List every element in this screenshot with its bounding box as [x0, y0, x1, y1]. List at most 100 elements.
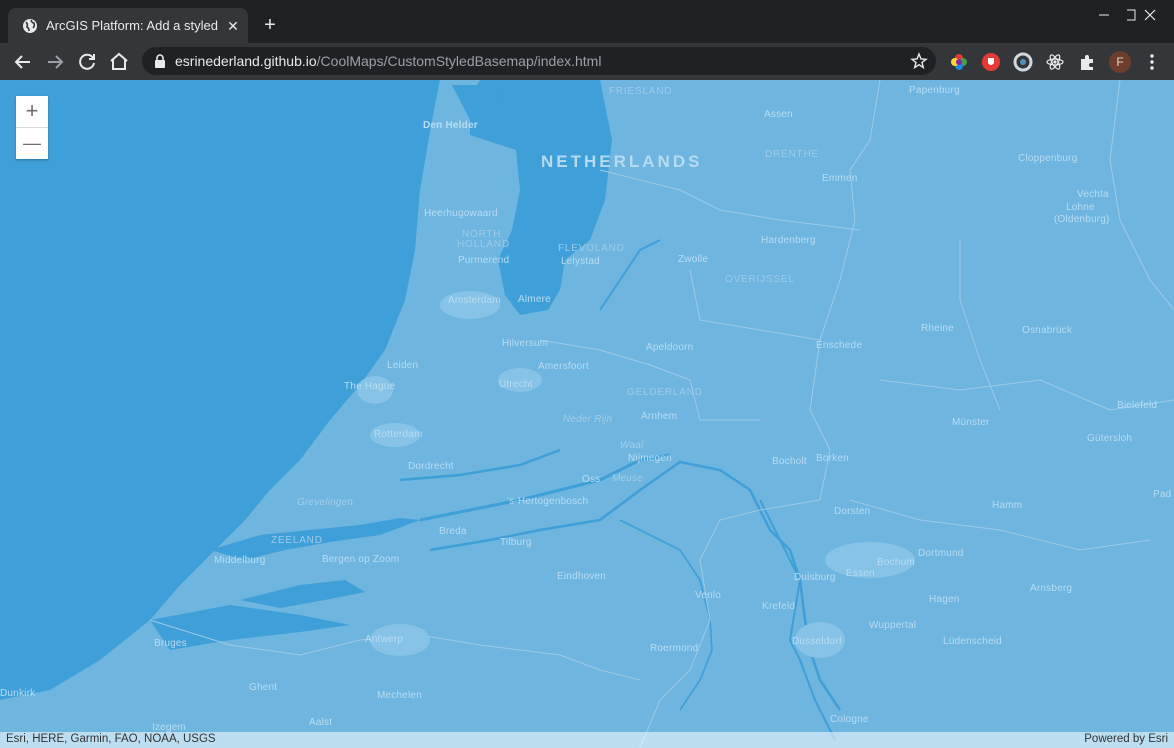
color-wheel-extension-icon[interactable]	[949, 52, 969, 72]
map-label-hagen: Hagen	[929, 594, 960, 605]
address-bar[interactable]: esrinederland.github.io/CoolMaps/CustomS…	[142, 47, 936, 75]
map-label-essen: Essen	[846, 568, 875, 579]
home-icon[interactable]	[106, 49, 132, 75]
map-label-drenthe: DRENTHE	[765, 149, 819, 160]
map-label-gutersloh: Gütersloh	[1087, 433, 1133, 444]
map-label-rheine: Rheine	[921, 323, 954, 334]
map-label-vechta-1: Vechta	[1077, 189, 1109, 200]
map-label-dorsten: Dorsten	[834, 506, 871, 517]
map-label-amersfoort: Amersfoort	[538, 361, 589, 372]
map-label-leiden: Leiden	[387, 360, 419, 371]
map-label-vechta-2: Lohne	[1066, 202, 1095, 213]
forward-arrow-icon[interactable]	[42, 49, 68, 75]
shield-extension-icon[interactable]	[981, 52, 1001, 72]
zoom-control: + —	[16, 96, 48, 159]
map-label-bielefeld: Bielefeld	[1117, 400, 1158, 411]
map-label-amsterdam: Amsterdam	[448, 295, 501, 306]
kebab-menu-icon[interactable]	[1144, 52, 1160, 72]
map-label-oss: Oss	[582, 474, 601, 485]
map-label-cologne: Cologne	[830, 714, 869, 725]
map-label-hamm: Hamm	[992, 500, 1023, 511]
map-label-krefeld: Krefeld	[762, 601, 796, 612]
map-label-zwolle: Zwolle	[678, 254, 709, 265]
map-label-mechelen: Mechelen	[377, 690, 422, 701]
map-label-hardenberg: Hardenberg	[761, 235, 816, 246]
map-attribution: Esri, HERE, Garmin, FAO, NOAA, USGS Powe…	[0, 732, 1174, 748]
map-label-borken: Borken	[816, 453, 849, 464]
map-label-eindhoven: Eindhoven	[557, 571, 607, 582]
profile-avatar[interactable]: F	[1109, 51, 1131, 73]
map-label-neder-rijn: Neder Rijn	[563, 414, 613, 425]
map-label-purmerend: Purmerend	[458, 255, 510, 266]
map-label-osnabruck: Osnabrück	[1022, 325, 1073, 336]
browser-tab[interactable]: ArcGIS Platform: Add a styled ba ✕	[8, 8, 248, 43]
bookmark-star-icon[interactable]	[910, 52, 928, 70]
map-label-duisburg: Duisburg	[794, 572, 836, 583]
attribution-sources[interactable]: Esri, HERE, Garmin, FAO, NOAA, USGS	[6, 733, 216, 745]
map-label-netherlands: NETHERLANDS	[541, 152, 703, 171]
url-path: /CoolMaps/CustomStyledBasemap/index.html	[316, 53, 602, 69]
map-label-roermond: Roermond	[650, 643, 699, 654]
ring-extension-icon[interactable]	[1013, 52, 1033, 72]
map-label-aalst: Aalst	[309, 717, 333, 728]
map-label-bergen-op-zoom: Bergen op Zoom	[322, 554, 400, 565]
map-label-bochum: Bochum	[877, 557, 915, 568]
map-label-den-helder: Den Helder	[423, 120, 478, 131]
map-label-ghent: Ghent	[249, 682, 278, 693]
map-label-flevoland: FLEVOLAND	[558, 243, 625, 254]
url-host: esrinederland.github.io	[175, 53, 317, 69]
lock-icon	[155, 54, 165, 68]
map-label-arnhem: Arnhem	[641, 411, 678, 422]
map-label-north-holland-2: HOLLAND	[457, 239, 510, 250]
map-label-dusseldorf: Dusseldorf	[792, 636, 842, 647]
map-label-almere: Almere	[518, 294, 551, 305]
zoom-out-button[interactable]: —	[16, 128, 48, 159]
map-label-waal: Waal	[620, 440, 644, 451]
map-label-middelburg: Middelburg	[214, 555, 266, 566]
react-extension-icon[interactable]	[1045, 52, 1065, 72]
map-label-antwerp: Antwerp	[365, 634, 404, 645]
tab-close-button[interactable]: ✕	[224, 17, 242, 35]
map-label-lelystad: Lelystad	[561, 256, 600, 267]
back-arrow-icon[interactable]	[10, 49, 36, 75]
map-label-dortmund: Dortmund	[918, 548, 964, 559]
map-view[interactable]: NETHERLANDS FRIESLAND DRENTHE OVERIJSSEL…	[0, 80, 1174, 748]
restore-icon[interactable]	[1081, 0, 1127, 32]
map-label-overijssel: OVERIJSSEL	[725, 274, 795, 285]
reload-icon[interactable]	[74, 49, 100, 75]
map-label-apeldoorn: Apeldoorn	[646, 342, 694, 353]
url-text: esrinederland.github.io/CoolMaps/CustomS…	[175, 53, 601, 69]
map-label-friesland: FRIESLAND	[609, 86, 673, 97]
map-label-enschede: Enschede	[816, 340, 863, 351]
map-label-s-hertogenbosch: 's-Hertogenbosch	[507, 496, 589, 507]
globe-icon	[23, 19, 37, 33]
map-label-gelderland: GELDERLAND	[627, 387, 703, 398]
map-label-the-hague: The Hague	[344, 381, 396, 392]
map-label-dordrecht: Dordrecht	[408, 461, 454, 472]
map-label-assen: Assen	[764, 109, 793, 120]
map-label-rotterdam: Rotterdam	[374, 429, 423, 440]
map-label-dunkirk: Dunkirk	[0, 688, 36, 699]
map-label-venlo: Venlo	[695, 590, 722, 601]
tab-title: ArcGIS Platform: Add a styled ba	[46, 18, 218, 33]
zoom-in-button[interactable]: +	[16, 96, 48, 127]
browser-toolbar: esrinederland.github.io/CoolMaps/CustomS…	[0, 43, 1174, 80]
title-bar: ArcGIS Platform: Add a styled ba ✕ +	[0, 0, 1174, 43]
map-label-vechta-3: (Oldenburg)	[1054, 214, 1110, 225]
map-label-pad: Pad	[1153, 489, 1172, 500]
map-label-heerhugowaard: Heerhugowaard	[424, 208, 498, 219]
map-label-grevelingen: Grevelingen	[297, 497, 354, 508]
map-label-hilversum: Hilversum	[502, 338, 549, 349]
map-label-nijmegen: Nijmegen	[628, 453, 672, 464]
map-label-arnsberg: Arnsberg	[1030, 583, 1073, 594]
new-tab-button[interactable]: +	[260, 15, 280, 35]
map-label-utrecht: Utrecht	[499, 379, 533, 390]
map-label-ludenscheid: Lüdenscheid	[943, 636, 1002, 647]
attribution-powered-by[interactable]: Powered by Esri	[1084, 733, 1168, 745]
close-window-icon[interactable]	[1128, 0, 1174, 32]
map-label-zeeland: ZEELAND	[271, 535, 323, 546]
puzzle-extensions-icon[interactable]	[1077, 52, 1097, 72]
map-label-munster: Münster	[952, 417, 990, 428]
map-label-breda: Breda	[439, 526, 467, 537]
map-label-bruges: Bruges	[154, 638, 187, 649]
